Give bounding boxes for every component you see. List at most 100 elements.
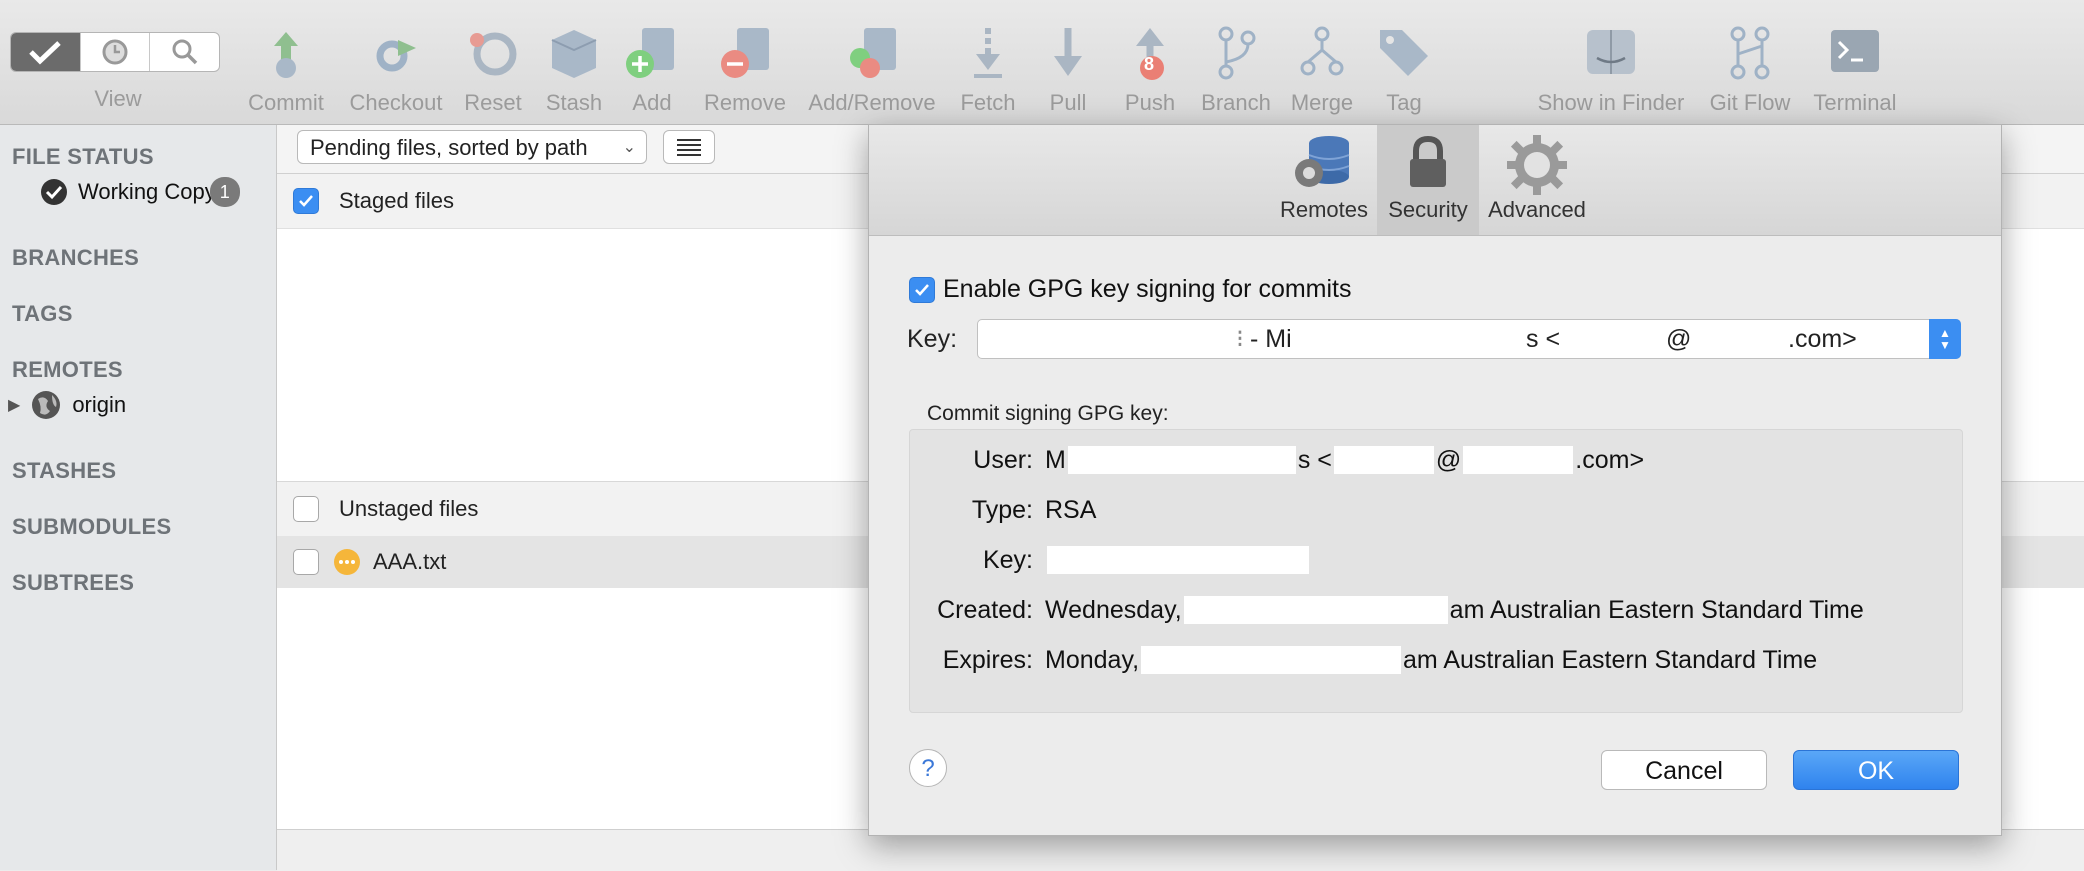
sort-dropdown[interactable]: Pending files, sorted by path ⌄ bbox=[297, 130, 647, 164]
chevron-down-icon: ⌄ bbox=[622, 139, 636, 156]
checkout-icon bbox=[376, 40, 416, 72]
sidebar-heading-remotes[interactable]: REMOTES bbox=[12, 357, 123, 383]
toolbar: View Commit Checkout Reset Stash Add Rem… bbox=[0, 0, 2084, 125]
staged-files-label: Staged files bbox=[339, 188, 454, 213]
checkmark-icon bbox=[299, 195, 313, 207]
view-segmented-control[interactable] bbox=[10, 32, 220, 72]
key-fragment: ⁝ bbox=[1236, 325, 1244, 353]
enable-gpg-checkbox[interactable] bbox=[909, 276, 935, 303]
search-icon bbox=[172, 39, 197, 65]
pull-icon bbox=[1054, 28, 1082, 76]
database-gear-icon bbox=[1295, 136, 1350, 187]
redacted-block bbox=[1333, 446, 1434, 474]
sidebar-item-label: origin bbox=[72, 392, 127, 417]
sidebar-item-origin[interactable]: ▶ origin bbox=[8, 389, 126, 421]
sidebar-item-label: Working Copy bbox=[78, 179, 216, 204]
redacted-block bbox=[1141, 646, 1402, 674]
view-history-segment[interactable] bbox=[81, 33, 151, 71]
type-row: Type: RSA bbox=[971, 495, 1097, 524]
sidebar-heading-tags[interactable]: TAGS bbox=[12, 301, 73, 327]
file-checkbox[interactable] bbox=[293, 549, 319, 575]
reset-icon bbox=[470, 32, 517, 76]
reset-button[interactable]: Reset bbox=[458, 24, 528, 116]
unstaged-files-label: Unstaged files bbox=[339, 496, 479, 521]
show-in-finder-button[interactable]: Show in Finder bbox=[1530, 24, 1692, 116]
list-view-button[interactable] bbox=[663, 130, 715, 164]
sidebar-heading-branches[interactable]: BRANCHES bbox=[12, 245, 139, 271]
expires-row: Expires: Monday, am Australian Eastern S… bbox=[942, 645, 1818, 674]
sidebar-heading-stashes[interactable]: STASHES bbox=[12, 458, 116, 484]
add-remove-icon bbox=[850, 28, 896, 78]
staged-files-checkbox[interactable] bbox=[293, 188, 319, 214]
terminal-button[interactable]: Terminal bbox=[1808, 24, 1902, 116]
checkmark-icon bbox=[915, 283, 929, 296]
checkout-button[interactable]: Checkout bbox=[343, 24, 449, 116]
cancel-button[interactable]: Cancel bbox=[1601, 750, 1767, 790]
help-button[interactable]: ? bbox=[909, 749, 947, 787]
gpg-key-popup[interactable]: ⁝ - Mi s < @ .com> ▲ ▼ bbox=[977, 319, 1961, 359]
enable-gpg-signing-row: Enable GPG key signing for commits bbox=[909, 275, 1352, 304]
disclosure-triangle-icon[interactable]: ▶ bbox=[8, 395, 20, 415]
commit-signing-key-group-label: Commit signing GPG key: bbox=[927, 402, 1169, 425]
globe-icon bbox=[32, 391, 61, 419]
add-button[interactable]: Add bbox=[622, 24, 682, 116]
dialog-tab-bar: Remotes Security Advanced bbox=[869, 125, 2001, 236]
branch-button[interactable]: Branch bbox=[1196, 24, 1276, 116]
commit-icon bbox=[274, 32, 298, 78]
modified-file-icon bbox=[334, 549, 360, 575]
git-flow-button[interactable]: Git Flow bbox=[1704, 24, 1796, 116]
add-icon bbox=[626, 28, 674, 78]
fetch-icon bbox=[974, 28, 1002, 78]
tag-button[interactable]: Tag bbox=[1372, 24, 1436, 116]
working-copy-count-badge: 1 bbox=[209, 177, 240, 207]
sidebar-heading-file-status[interactable]: FILE STATUS bbox=[12, 144, 154, 170]
unstaged-files-checkbox[interactable] bbox=[293, 496, 319, 522]
tab-security[interactable]: Security bbox=[1377, 125, 1479, 235]
user-row: User: M s < @ .com> bbox=[973, 445, 1645, 474]
redacted-block bbox=[1183, 596, 1448, 624]
add-remove-button[interactable]: Add/Remove bbox=[802, 24, 942, 116]
sidebar-item-working-copy[interactable]: Working Copy 1 bbox=[40, 177, 240, 207]
branch-icon bbox=[1218, 26, 1256, 80]
clock-icon bbox=[102, 39, 128, 65]
lock-icon bbox=[1410, 135, 1446, 187]
fetch-button[interactable]: Fetch bbox=[958, 24, 1018, 116]
git-flow-icon bbox=[1730, 26, 1770, 80]
stash-button[interactable]: Stash bbox=[541, 24, 607, 116]
checkmark-circle-icon bbox=[41, 179, 67, 205]
tag-icon bbox=[1380, 30, 1428, 76]
key-info-row: Key: bbox=[910, 543, 1311, 577]
view-search-segment[interactable] bbox=[150, 33, 219, 71]
repository-settings-dialog: Remotes Security Advanced Enable GPG key… bbox=[868, 124, 2002, 836]
redacted-block bbox=[1047, 546, 1309, 574]
merge-button[interactable]: Merge bbox=[1284, 24, 1360, 116]
commit-signing-key-info: User: M s < @ .com> Type: RSA Key: Creat… bbox=[909, 429, 1963, 713]
file-name: AAA.txt bbox=[373, 549, 447, 574]
redacted-block bbox=[1463, 446, 1574, 474]
stash-icon bbox=[551, 30, 597, 78]
ok-button[interactable]: OK bbox=[1793, 750, 1959, 790]
created-row: Created: Wednesday, am Australian Easter… bbox=[937, 595, 1864, 624]
terminal-icon bbox=[1831, 30, 1879, 72]
tab-remotes[interactable]: Remotes bbox=[1271, 125, 1377, 235]
view-label: View bbox=[94, 86, 142, 111]
remove-icon bbox=[721, 28, 769, 78]
view-file-status-segment[interactable] bbox=[11, 33, 81, 71]
push-count-badge: 8 bbox=[1144, 54, 1155, 74]
finder-icon bbox=[1587, 30, 1635, 74]
merge-icon bbox=[1300, 26, 1344, 76]
key-label: Key: bbox=[907, 325, 958, 353]
list-icon bbox=[677, 139, 701, 156]
sidebar-heading-subtrees[interactable]: SUBTREES bbox=[12, 570, 134, 596]
sidebar: FILE STATUS Working Copy 1 BRANCHES TAGS… bbox=[0, 125, 277, 870]
gear-icon bbox=[1507, 135, 1567, 195]
enable-gpg-label: Enable GPG key signing for commits bbox=[943, 275, 1352, 303]
remove-button[interactable]: Remove bbox=[700, 24, 790, 116]
commit-button[interactable]: Commit bbox=[245, 24, 327, 116]
tab-advanced[interactable]: Advanced bbox=[1479, 125, 1595, 235]
popup-stepper-icon: ▲ ▼ bbox=[1929, 319, 1961, 359]
redacted-block bbox=[1067, 446, 1296, 474]
pull-button[interactable]: Pull bbox=[1038, 24, 1098, 116]
checkmark-icon bbox=[29, 41, 62, 65]
sidebar-heading-submodules[interactable]: SUBMODULES bbox=[12, 514, 171, 540]
